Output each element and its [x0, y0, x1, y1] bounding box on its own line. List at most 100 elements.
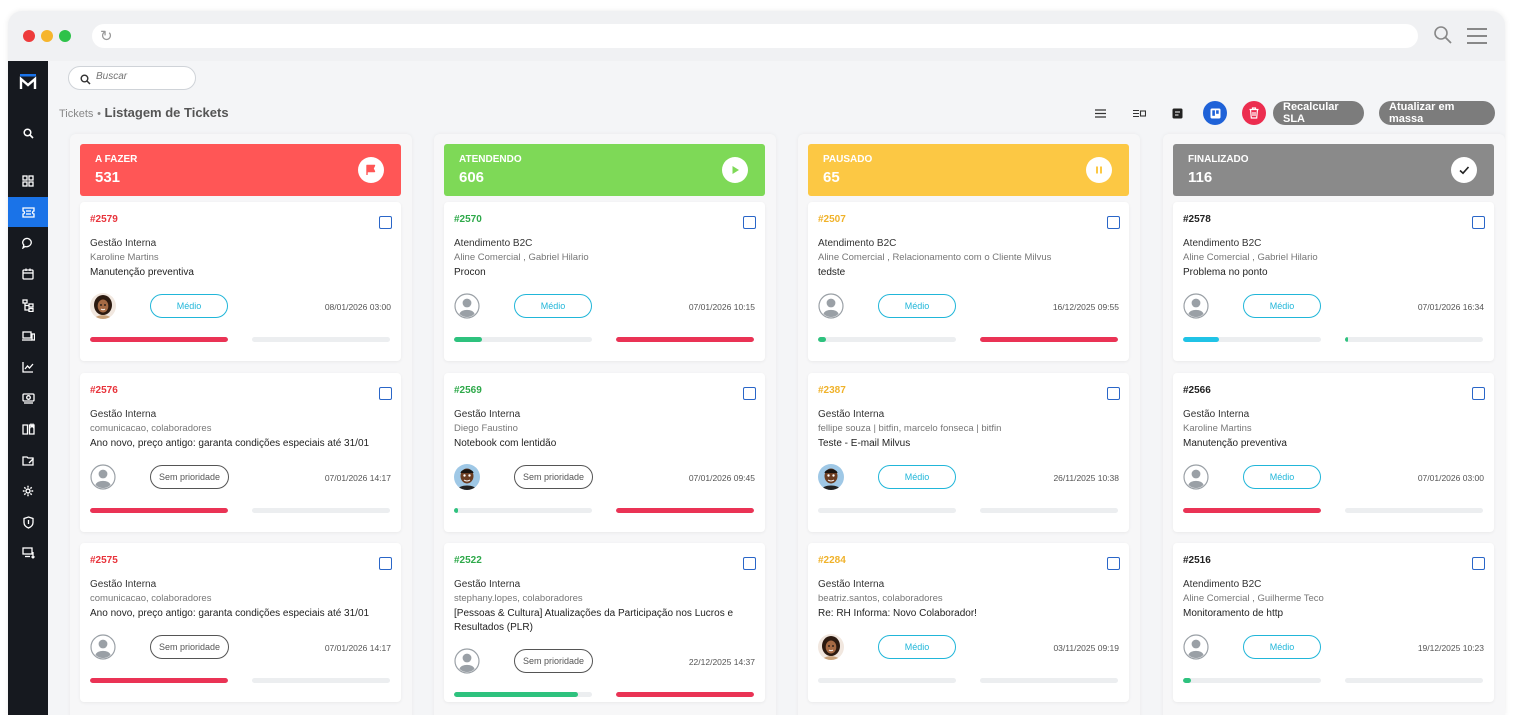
dashboard-icon[interactable]: [8, 166, 48, 196]
avatar: [454, 464, 480, 490]
compact-view-button[interactable]: [1127, 101, 1151, 125]
ticket-card[interactable]: #2578 Atendimento B2C Aline Comercial , Ga…: [1173, 202, 1494, 361]
maximize-window-button[interactable]: [59, 30, 71, 42]
ticket-id[interactable]: #2522: [454, 555, 482, 566]
milvus-logo[interactable]: [19, 73, 37, 91]
ticket-subject: tedste: [818, 267, 846, 278]
browser-search-icon[interactable]: [1433, 25, 1453, 50]
ticket-date: 26/11/2025 10:38: [1053, 473, 1119, 483]
ticket-department: Gestão Interna: [818, 409, 885, 420]
ticket-id[interactable]: #2569: [454, 385, 482, 396]
remote-access-icon[interactable]: [8, 538, 48, 568]
mass-update-button[interactable]: Atualizar em massa: [1379, 101, 1495, 125]
ticket-checkbox[interactable]: [1472, 216, 1485, 229]
ticket-card[interactable]: #2516 Atendimento B2C Aline Comercial , Gu…: [1173, 543, 1494, 702]
ticket-card[interactable]: #2387 Gestão Interna fellipe souza | bitfi…: [808, 373, 1129, 532]
priority-badge[interactable]: Médio: [150, 294, 228, 318]
sla-progress-bar: [90, 678, 228, 683]
ticket-subject: Manutenção preventiva: [1183, 438, 1287, 449]
ticket-card[interactable]: #2522 Gestão Interna stephany.lopes, colab…: [444, 543, 765, 702]
recalculate-sla-button[interactable]: Recalcular SLA: [1273, 101, 1364, 125]
ticket-checkbox[interactable]: [1107, 387, 1120, 400]
ticket-checkbox[interactable]: [1107, 216, 1120, 229]
search-box[interactable]: [68, 66, 196, 90]
avatar: [454, 648, 480, 674]
ticket-date: 03/11/2025 09:19: [1053, 643, 1119, 653]
priority-badge[interactable]: Médio: [878, 465, 956, 489]
ticket-id[interactable]: #2516: [1183, 555, 1211, 566]
ticket-id[interactable]: #2579: [90, 214, 118, 225]
ticket-card[interactable]: #2284 Gestão Interna beatriz.santos, colab…: [808, 543, 1129, 702]
ticket-checkbox[interactable]: [379, 557, 392, 570]
ticket-id[interactable]: #2570: [454, 214, 482, 225]
security-shield-icon[interactable]: [8, 507, 48, 537]
settings-icon[interactable]: [8, 476, 48, 506]
ticket-checkbox[interactable]: [743, 387, 756, 400]
avatar: [1183, 634, 1209, 660]
ticket-id[interactable]: #2284: [818, 555, 846, 566]
ticket-card[interactable]: #2575 Gestão Interna comunicacao, colabora…: [80, 543, 401, 702]
ticket-checkbox[interactable]: [379, 216, 392, 229]
reports-icon[interactable]: [8, 352, 48, 382]
search-input[interactable]: [96, 71, 186, 82]
hierarchy-icon[interactable]: [8, 290, 48, 320]
close-window-button[interactable]: [23, 30, 35, 42]
column-pausado: PAUSADO 65 #2507 Atendimento B2C Aline Comer…: [798, 134, 1140, 715]
column-count: 116: [1188, 169, 1213, 186]
devices-icon[interactable]: [8, 321, 48, 351]
priority-badge[interactable]: Sem prioridade: [514, 465, 593, 489]
priority-badge[interactable]: Sem prioridade: [514, 649, 593, 673]
billing-icon[interactable]: [8, 383, 48, 413]
sla-progress-fill: [90, 508, 228, 513]
ticket-checkbox[interactable]: [379, 387, 392, 400]
table-view-button[interactable]: [1165, 101, 1189, 125]
sidebar-search-icon[interactable]: [8, 118, 48, 148]
minimize-window-button[interactable]: [41, 30, 53, 42]
column-title: A FAZER: [95, 154, 138, 165]
sla-progress-bar: [1183, 678, 1321, 683]
knowledge-base-icon[interactable]: [8, 414, 48, 444]
ticket-id[interactable]: #2566: [1183, 385, 1211, 396]
breadcrumb-parent[interactable]: Tickets: [59, 108, 93, 120]
ticket-date: 08/01/2026 03:00: [324, 302, 391, 312]
priority-badge[interactable]: Médio: [514, 294, 592, 318]
ticket-checkbox[interactable]: [743, 216, 756, 229]
priority-badge[interactable]: Médio: [1243, 635, 1321, 659]
priority-badge[interactable]: Médio: [878, 635, 956, 659]
ticket-department: Gestão Interna: [818, 579, 885, 590]
column-header-atendendo: ATENDENDO 606: [444, 144, 765, 196]
priority-badge[interactable]: Sem prioridade: [150, 465, 229, 489]
ticket-card[interactable]: #2569 Gestão Interna Diego Faustino Noteboo…: [444, 373, 765, 532]
calendar-icon[interactable]: [8, 259, 48, 289]
ticket-id[interactable]: #2575: [90, 555, 118, 566]
list-view-button[interactable]: [1088, 101, 1112, 125]
page-title: Listagem de Tickets: [104, 105, 229, 120]
ticket-checkbox[interactable]: [1107, 557, 1120, 570]
ticket-card[interactable]: #2576 Gestão Interna comunicacao, colabora…: [80, 373, 401, 532]
chat-icon[interactable]: [8, 228, 48, 258]
ticket-card[interactable]: #2566 Gestão Interna Karoline Martins Manut…: [1173, 373, 1494, 532]
sla-solution-bar: [1345, 337, 1483, 342]
ticket-card[interactable]: #2579 Gestão Interna Karoline Martins Manut…: [80, 202, 401, 361]
ticket-checkbox[interactable]: [1472, 557, 1485, 570]
list-icon: [1094, 108, 1106, 118]
kanban-view-button[interactable]: [1203, 101, 1227, 125]
priority-badge[interactable]: Médio: [878, 294, 956, 318]
address-bar[interactable]: ↻: [92, 24, 1418, 48]
ticket-id[interactable]: #2578: [1183, 214, 1211, 225]
priority-badge[interactable]: Sem prioridade: [150, 635, 229, 659]
ticket-id[interactable]: #2387: [818, 385, 846, 396]
ticket-card[interactable]: #2570 Atendimento B2C Aline Comercial , Ga…: [444, 202, 765, 361]
ticket-card[interactable]: #2507 Atendimento B2C Aline Comercial , Re…: [808, 202, 1129, 361]
ticket-id[interactable]: #2507: [818, 214, 846, 225]
priority-badge[interactable]: Médio: [1243, 465, 1321, 489]
reload-icon[interactable]: ↻: [100, 27, 113, 45]
ticket-id[interactable]: #2576: [90, 385, 118, 396]
folder-edit-icon[interactable]: [8, 445, 48, 475]
priority-badge[interactable]: Médio: [1243, 294, 1321, 318]
ticket-checkbox[interactable]: [1472, 387, 1485, 400]
ticket-checkbox[interactable]: [743, 557, 756, 570]
tickets-icon[interactable]: [8, 197, 48, 227]
browser-menu-icon[interactable]: [1467, 28, 1487, 49]
delete-button[interactable]: [1242, 101, 1266, 125]
